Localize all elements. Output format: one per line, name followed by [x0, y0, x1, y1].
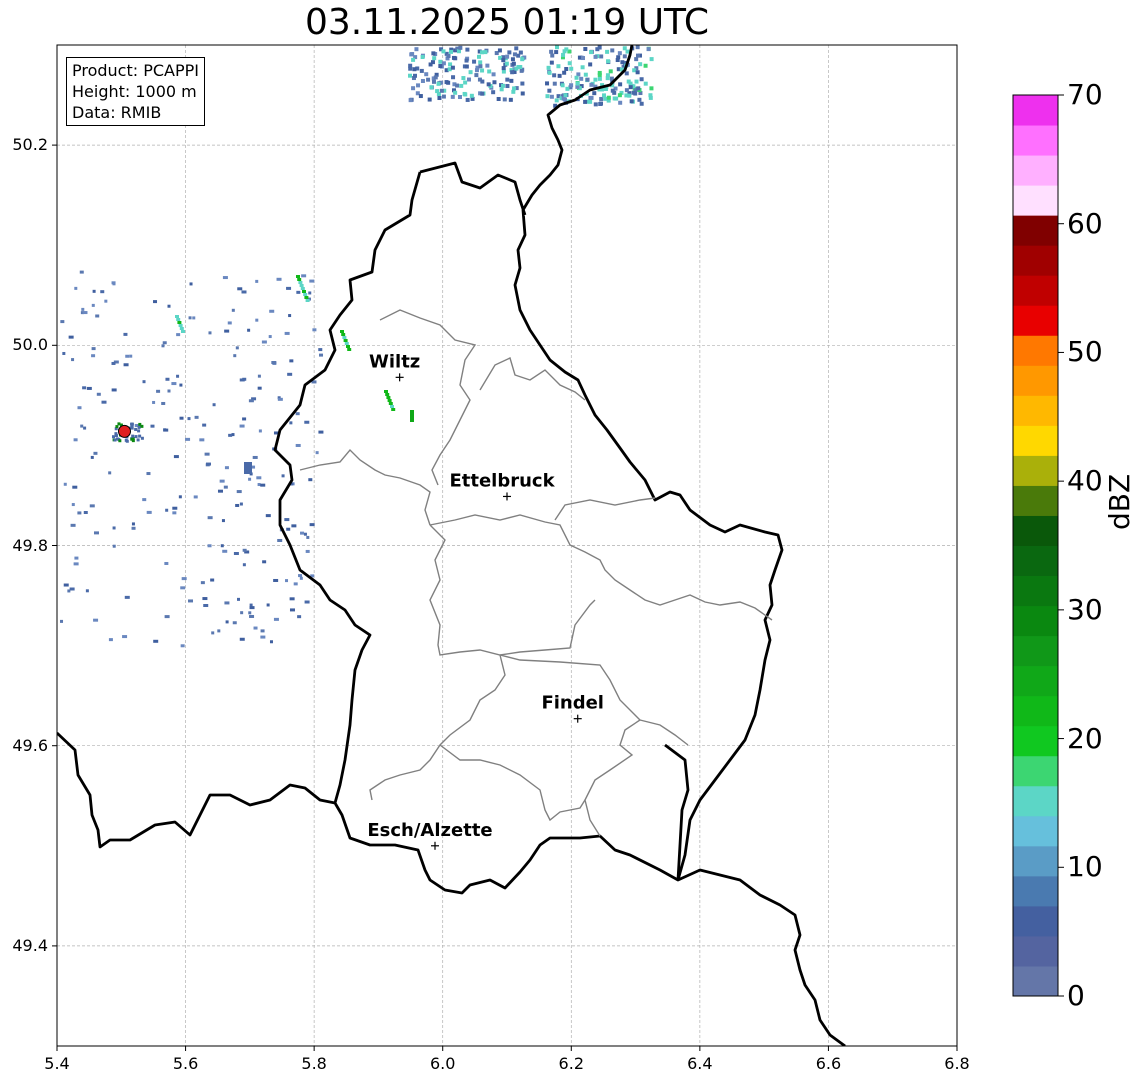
city-label: Findel: [541, 693, 604, 714]
x-tick-label: 5.4: [44, 1054, 70, 1073]
colorbar-segment: [1013, 215, 1058, 246]
x-tick-label: 6.8: [944, 1054, 970, 1073]
radar-map: Wiltz Ettelbruck Findel Esch/Alzette: [52, 44, 1064, 1051]
colorbar: [1012, 94, 1064, 997]
colorbar-segment: [1013, 365, 1058, 396]
colorbar-segment: [1013, 905, 1058, 937]
colorbar-segment: [1013, 815, 1058, 847]
data-source-label: Data: RMIB: [72, 103, 162, 122]
colorbar-segment: [1013, 575, 1058, 607]
colorbar-segment: [1013, 935, 1058, 967]
colorbar-tick-label: 40: [1067, 464, 1103, 498]
city-label: Wiltz: [369, 351, 420, 372]
colorbar-segment: [1013, 395, 1058, 426]
colorbar-tick-label: 10: [1067, 850, 1103, 884]
colorbar-segment: [1013, 965, 1058, 997]
colorbar-tick-label: 20: [1067, 721, 1103, 755]
y-tick-label: 50.0: [12, 335, 48, 355]
colorbar-segment: [1013, 425, 1058, 456]
colorbar-tick-label: 0: [1067, 979, 1085, 1012]
product-label: Product: PCAPPI: [72, 61, 200, 80]
colorbar-segment: [1013, 275, 1058, 306]
colorbar-segment: [1013, 155, 1058, 186]
x-tick-label: 5.6: [172, 1054, 199, 1073]
x-tick-label: 5.8: [301, 1054, 327, 1073]
colorbar-segment: [1013, 95, 1058, 126]
colorbar-segment: [1013, 635, 1058, 667]
colorbar-segment: [1013, 335, 1058, 366]
x-tick-label: 6.0: [429, 1054, 456, 1073]
radar-site-marker: [118, 424, 131, 438]
y-tick-label: 49.8: [12, 535, 48, 555]
y-tick-label: 49.6: [12, 735, 48, 755]
colorbar-segment: [1013, 605, 1058, 637]
y-tick-label: 50.2: [12, 135, 48, 155]
colorbar-tick-label: 60: [1067, 206, 1103, 240]
height-label: Height: 1000 m: [72, 82, 197, 101]
colorbar-segment: [1013, 545, 1058, 577]
colorbar-tick-label: 50: [1067, 335, 1103, 369]
colorbar-segment: [1013, 245, 1058, 276]
colorbar-segment: [1013, 875, 1058, 907]
colorbar-segment: [1013, 485, 1058, 516]
colorbar-segment: [1013, 665, 1058, 697]
city-label: Ettelbruck: [449, 470, 555, 491]
colorbar-segment: [1013, 755, 1058, 787]
colorbar-label: dBZ: [1103, 473, 1136, 530]
colorbar-segment: [1013, 305, 1058, 336]
colorbar-segment: [1013, 185, 1058, 216]
colorbar-tick-label: 30: [1067, 592, 1103, 626]
colorbar-segment: [1013, 515, 1058, 546]
x-tick-label: 6.4: [687, 1054, 713, 1073]
colorbar-segment: [1013, 725, 1058, 757]
product-info-box: Product: PCAPPI Height: 1000 m Data: RMI…: [66, 57, 206, 126]
colorbar-segment: [1013, 845, 1058, 877]
colorbar-segment: [1013, 695, 1058, 727]
x-tick-label: 6.2: [558, 1054, 584, 1073]
city-label: Esch/Alzette: [367, 820, 492, 841]
colorbar-segment: [1013, 125, 1058, 156]
x-tick-label: 6.6: [815, 1054, 842, 1073]
y-tick-label: 49.4: [12, 935, 48, 955]
colorbar-segment: [1013, 785, 1058, 817]
colorbar-tick-label: 70: [1067, 78, 1103, 111]
colorbar-segment: [1013, 455, 1058, 486]
